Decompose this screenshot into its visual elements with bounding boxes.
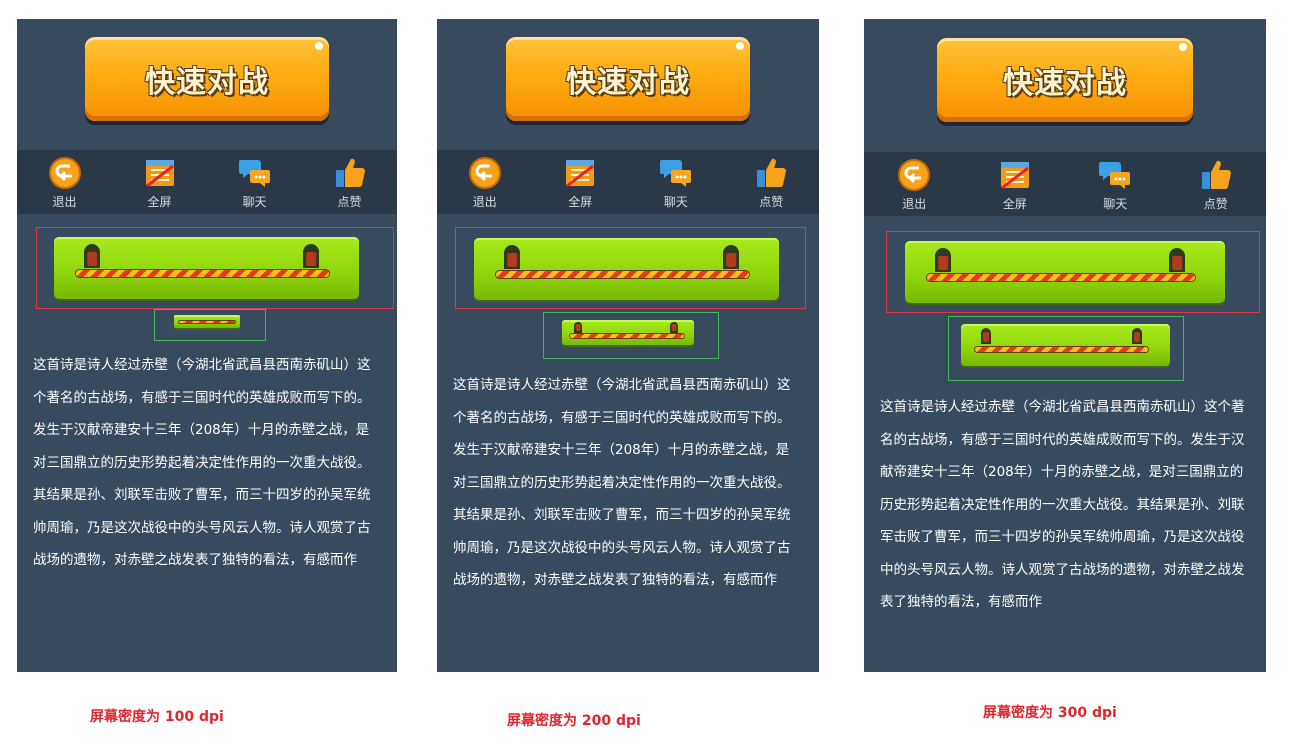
door-right xyxy=(1169,248,1185,272)
tool-like[interactable]: 点赞 xyxy=(320,156,380,209)
tool-like[interactable]: 点赞 xyxy=(1186,158,1246,211)
exit-icon xyxy=(48,157,81,189)
tool-chat-label: 聊天 xyxy=(663,195,688,209)
tool-chat[interactable]: 聊天 xyxy=(1085,158,1145,211)
small-progress-bar xyxy=(961,324,1170,366)
tool-exit[interactable]: 退出 xyxy=(35,156,95,209)
door-left-small xyxy=(574,322,582,333)
phone-panel-100dpi: 快速对战 退出 全屏 聊天 点赞 这首诗是诗人经过赤壁（今湖北省武昌县西南赤矶山… xyxy=(17,19,397,672)
caption-100dpi: 屏幕密度为 100 dpi xyxy=(90,709,224,725)
chat-icon xyxy=(238,160,270,187)
poem-text: 这首诗是诗人经过赤壁（今湖北省武昌县西南赤矶山）这个著名的古战场，有感于三国时代… xyxy=(33,357,371,568)
tool-exit[interactable]: 退出 xyxy=(455,156,515,209)
door-left xyxy=(84,244,100,268)
striped-track xyxy=(76,270,329,277)
small-progress-bar xyxy=(174,315,240,328)
caption-200dpi: 屏幕密度为 200 dpi xyxy=(507,713,641,729)
door-left xyxy=(504,245,520,269)
tool-fullscreen-label: 全屏 xyxy=(147,195,172,209)
exit-icon xyxy=(468,157,501,189)
tool-fullscreen-label: 全屏 xyxy=(568,195,593,209)
thumbs-up-icon xyxy=(757,158,787,188)
thumbs-up-icon xyxy=(335,158,365,188)
tool-chat-label: 聊天 xyxy=(242,195,267,209)
tool-exit-label: 退出 xyxy=(52,195,77,209)
hero-area: 快速对战 xyxy=(864,19,1266,150)
door-right xyxy=(303,244,319,268)
poem-text: 这首诗是诗人经过赤壁（今湖北省武昌县西南赤矶山）这个著名的古战场，有感于三国时代… xyxy=(453,377,791,588)
tool-like-label: 点赞 xyxy=(337,195,362,209)
door-right-small xyxy=(670,322,678,333)
tool-exit[interactable]: 退出 xyxy=(884,158,944,211)
quick-battle-button[interactable]: 快速对战 xyxy=(85,37,329,121)
fullscreen-icon xyxy=(1000,162,1029,190)
tool-chat[interactable]: 聊天 xyxy=(225,156,285,209)
exit-icon xyxy=(898,159,931,191)
chat-icon xyxy=(1099,162,1131,189)
tool-chat-label: 聊天 xyxy=(1103,197,1128,211)
phone-panel-300dpi: 快速对战 退出 全屏 聊天 点赞 这首诗是诗人经过赤壁（今湖北省武昌县西南赤矶山… xyxy=(864,19,1266,672)
tool-fullscreen[interactable]: 全屏 xyxy=(550,156,610,209)
hero-area: 快速对战 xyxy=(17,19,397,150)
tool-exit-label: 退出 xyxy=(902,197,927,211)
door-left xyxy=(935,248,951,272)
small-striped-track xyxy=(570,334,684,338)
tool-like-label: 点赞 xyxy=(759,195,784,209)
door-left-small xyxy=(981,328,991,344)
tool-like[interactable]: 点赞 xyxy=(741,156,801,209)
small-striped-track xyxy=(975,347,1148,352)
tool-like-label: 点赞 xyxy=(1203,197,1228,211)
tool-exit-label: 退出 xyxy=(472,195,497,209)
phone-panel-200dpi: 快速对战 退出 全屏 聊天 点赞 这首诗是诗人经过赤壁（今湖北省武昌县西南赤矶山… xyxy=(437,19,819,672)
quick-battle-button[interactable]: 快速对战 xyxy=(506,37,750,121)
toolbar: 退出 全屏 聊天 点赞 xyxy=(17,150,397,214)
tool-fullscreen-label: 全屏 xyxy=(1002,197,1027,211)
large-progress-bar xyxy=(905,241,1225,303)
small-progress-bar xyxy=(562,320,694,345)
door-right-small xyxy=(1132,328,1142,344)
large-progress-bar xyxy=(474,238,779,300)
striped-track xyxy=(496,271,749,278)
chat-icon xyxy=(659,160,691,187)
large-progress-bar xyxy=(54,237,359,299)
tool-fullscreen[interactable]: 全屏 xyxy=(130,156,190,209)
toolbar: 退出 全屏 聊天 点赞 xyxy=(437,150,819,214)
quick-battle-button[interactable]: 快速对战 xyxy=(937,38,1193,122)
caption-300dpi: 屏幕密度为 300 dpi xyxy=(983,705,1117,721)
hero-area: 快速对战 xyxy=(437,19,819,150)
quick-battle-label: 快速对战 xyxy=(566,65,690,100)
small-striped-track xyxy=(179,321,235,323)
quick-battle-label: 快速对战 xyxy=(145,65,269,100)
toolbar: 退出 全屏 聊天 点赞 xyxy=(864,152,1266,216)
fullscreen-icon xyxy=(566,160,595,188)
thumbs-up-icon xyxy=(1201,160,1231,190)
fullscreen-icon xyxy=(145,160,174,188)
tool-chat[interactable]: 聊天 xyxy=(646,156,706,209)
door-right xyxy=(723,245,739,269)
striped-track xyxy=(927,274,1195,281)
poem-text: 这首诗是诗人经过赤壁（今湖北省武昌县西南赤矶山）这个著名的古战场，有感于三国时代… xyxy=(880,399,1245,610)
tool-fullscreen[interactable]: 全屏 xyxy=(985,158,1045,211)
quick-battle-label: 快速对战 xyxy=(1003,66,1127,101)
